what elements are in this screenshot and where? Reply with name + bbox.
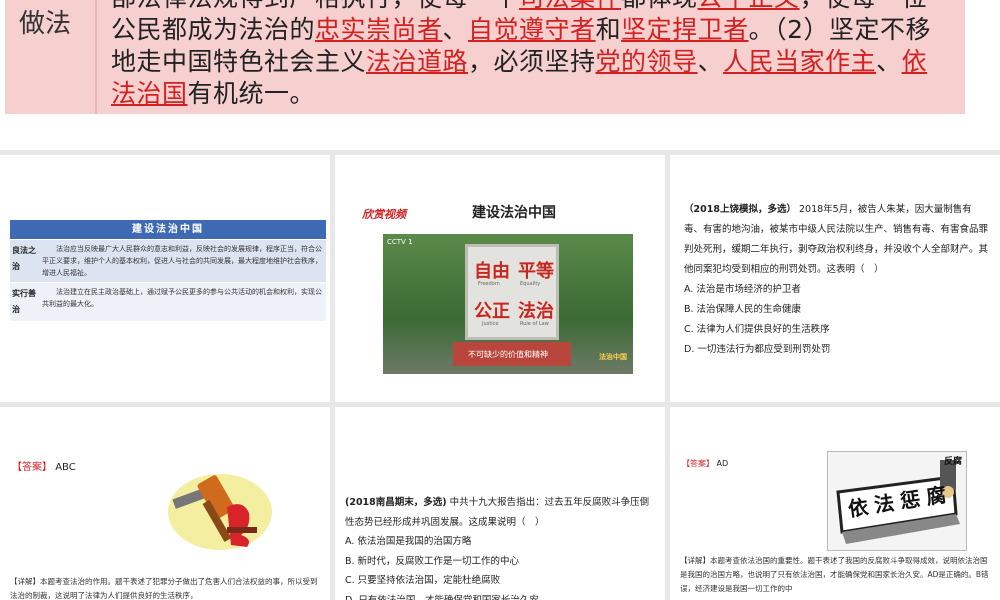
- slide-thumbnail-1[interactable]: 建设法治中国 良法之治 法治应当反映最广大人民群众的意志和利益，反映社会的发展规…: [0, 155, 330, 402]
- keyword-highlight: 人民当家作主: [723, 47, 877, 76]
- banner-label: 做法: [5, 0, 97, 114]
- answer-explanation: 【详解】本题考查法治的作用。题干表述了犯罪分子做出了危害人们合法权益的事，所以受…: [10, 577, 318, 600]
- answer-line: 【答案】 AD: [682, 459, 729, 468]
- keyword-highlight: 坚定捍卫者: [621, 15, 749, 44]
- table-row: 良法之治 法治应当反映最广大人民群众的意志和利益，反映社会的发展规律，程序正当，…: [10, 239, 326, 282]
- option-a: A. 法治是市场经济的护卫者: [684, 284, 801, 295]
- option-d: D. 只有依法治国，才能确保党和国家长治久安: [345, 594, 539, 600]
- keyword-highlight: 法治道路: [366, 47, 469, 76]
- banner-segment: 、: [442, 15, 469, 44]
- banner-text: 部法律法规得到严格执行，使每一个司法案件都体现公平正义，使每一位公民都成为法治的…: [111, 0, 951, 110]
- keyword-highlight: 公平正义: [698, 0, 800, 12]
- option-d: D. 一切违法行为都应受到刑罚处罚: [684, 344, 831, 355]
- video-tag: 欣赏视频: [362, 208, 406, 221]
- gavel-illustration: [168, 474, 272, 550]
- cartoon-tag: 反腐: [943, 457, 962, 467]
- program-logo: 法治中国: [599, 353, 627, 361]
- banner-segment: 、: [876, 47, 902, 76]
- slide-thumbnail-4[interactable]: 【答案】 ABC 【详解】本题考查法治的作用。题干表述了犯罪分子做出了危害人们合…: [0, 407, 330, 600]
- slide-thumbnail-5[interactable]: (2018南昌期末，多选) 中共十九大报告指出：过去五年反腐败斗争压倒性态势已经…: [335, 407, 665, 600]
- option-b: B. 新时代，反腐败工作是一切工作的中心: [345, 555, 520, 567]
- keyword-highlight: 党的领导: [595, 47, 698, 76]
- banner-segment: 、: [697, 47, 724, 76]
- main-slide[interactable]: 做法 部法律法规得到严格执行，使每一个司法案件都体现公平正义，使每一位公民都成为…: [0, 0, 1000, 150]
- banner-segment: 部法律法规得到严格执行，使每一个: [111, 0, 519, 12]
- slide-thumbnail-6[interactable]: 【答案】 AD 依 法 惩 腐 反腐 【详解】本题考查依法治国的重要性。题干表述…: [670, 407, 1000, 600]
- keyword-highlight: 司法案件: [519, 0, 621, 12]
- question-block: （2018上饶模拟，多选） 2018年5月，被告人朱某，因大量制售有毒、有害的地…: [684, 200, 989, 360]
- option-c: C. 法律为人们提供良好的生活秩序: [684, 324, 830, 335]
- banner-segment: 都体现: [621, 0, 698, 12]
- values-monument: 自由 平等 Freedom Equality 公正 法治 Justice Rul…: [465, 244, 559, 340]
- rule-of-law-table: 建设法治中国 良法之治 法治应当反映最广大人民群众的意志和利益，反映社会的发展规…: [10, 220, 326, 321]
- slide-thumbnail-3[interactable]: （2018上饶模拟，多选） 2018年5月，被告人朱某，因大量制售有毒、有害的地…: [670, 155, 1000, 402]
- answer-value: ABC: [55, 462, 76, 473]
- channel-logo: CCTV 1: [387, 238, 413, 246]
- option-a: A. 依法治国是我国的治国方略: [345, 536, 472, 547]
- option-c: C. 只要坚持依法治国，定能杜绝腐败: [345, 575, 501, 586]
- keyword-highlight: 自觉遵守者: [468, 15, 596, 44]
- question-source: (2018南昌期末，多选): [345, 497, 447, 508]
- slide-thumbnail-2[interactable]: 欣赏视频 建设法治中国 CCTV 1 自由 平等 Freedom Equalit…: [335, 155, 665, 402]
- table-row: 实行善治 法治建立在民主政治基础上，通过赋予公民更多的参与公共活动的机会和权利，…: [10, 282, 326, 321]
- answer-line: 【答案】 ABC: [12, 462, 76, 473]
- answer-explanation: 【详解】本题考查依法治国的重要性。题干表述了我国的反腐败斗争取得成效，说明依法治…: [680, 556, 989, 593]
- banner-segment: ，必须坚持: [468, 47, 596, 76]
- video-frame[interactable]: CCTV 1 自由 平等 Freedom Equality 公正 法治 Just…: [383, 234, 633, 374]
- option-b: B. 法治保障人民的生命健康: [684, 304, 802, 315]
- video-subtitle: 不可缺少的价值和精神: [468, 350, 548, 359]
- summary-banner: 做法 部法律法规得到严格执行，使每一个司法案件都体现公平正义，使每一位公民都成为…: [5, 0, 965, 114]
- question-source: （2018上饶模拟，多选）: [684, 204, 796, 215]
- video-title: 建设法治中国: [472, 205, 556, 221]
- question-block: (2018南昌期末，多选) 中共十九大报告指出：过去五年反腐败斗争压倒性态势已经…: [345, 493, 650, 600]
- anti-corruption-cartoon: 依 法 惩 腐 反腐: [827, 451, 967, 551]
- answer-value: AD: [716, 459, 729, 468]
- banner-segment: 有机统一。: [187, 79, 316, 108]
- keyword-highlight: 忠实崇尚者: [315, 15, 443, 44]
- table-title: 建设法治中国: [10, 220, 326, 239]
- banner-segment: 和: [595, 15, 622, 44]
